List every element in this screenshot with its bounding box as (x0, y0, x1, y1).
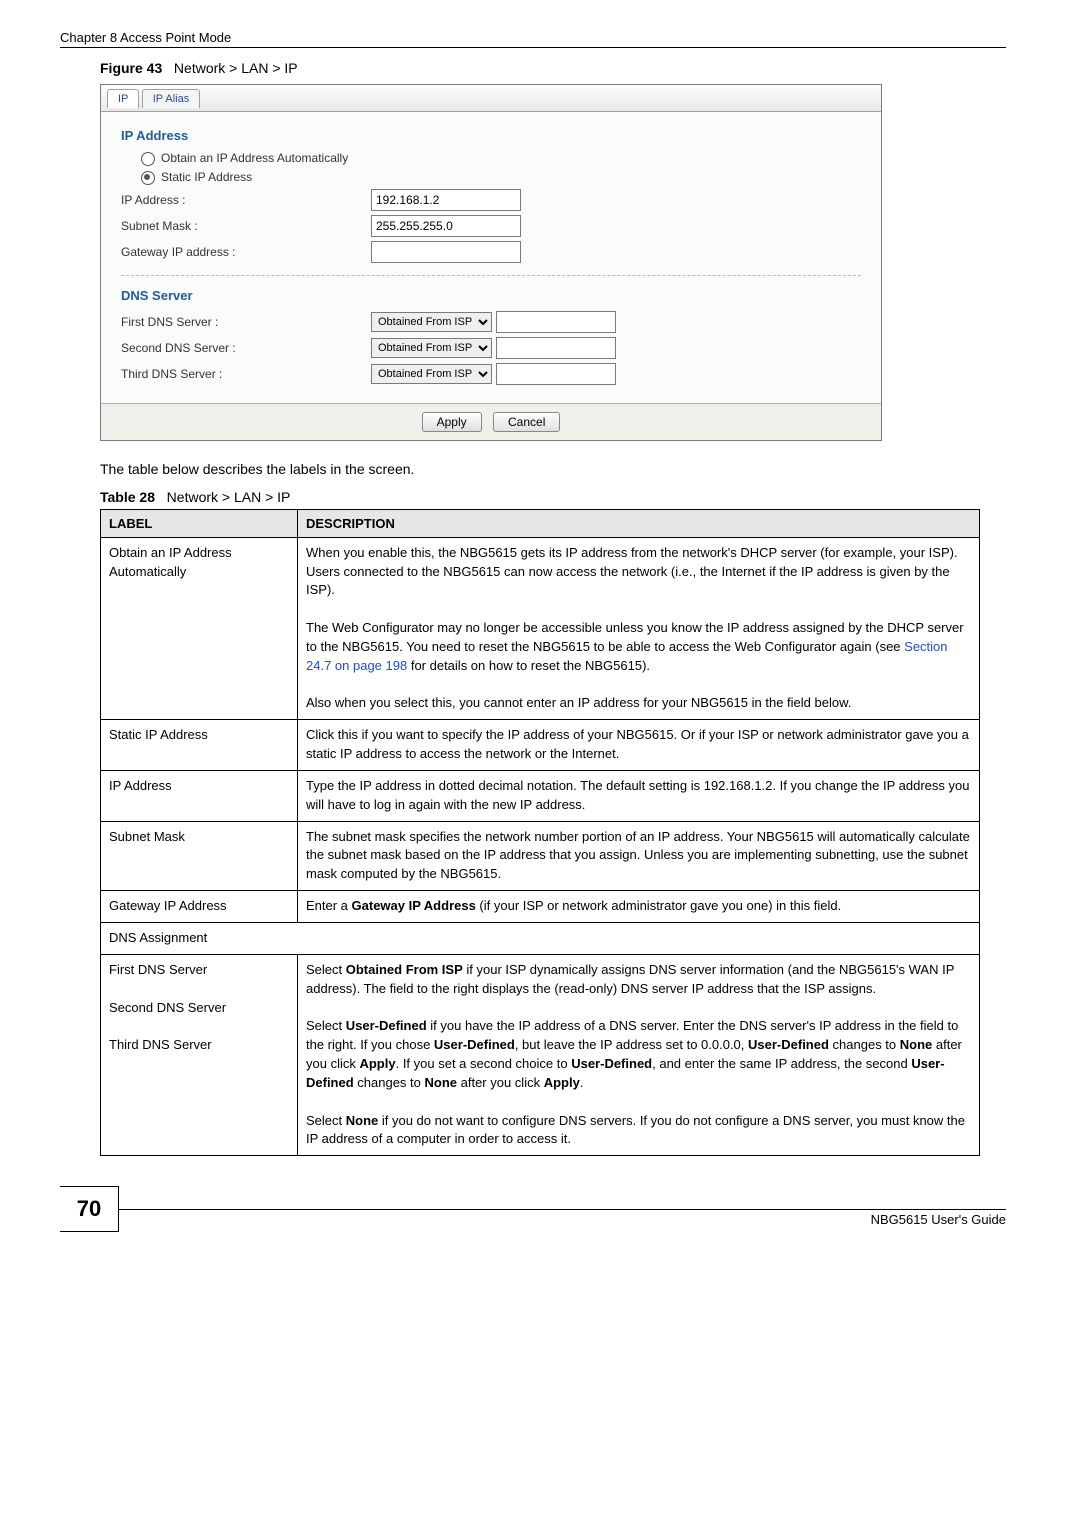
input-second-dns[interactable] (496, 337, 616, 359)
select-first-dns[interactable]: Obtained From ISP (371, 312, 492, 332)
chapter-header: Chapter 8 Access Point Mode (60, 30, 1006, 48)
screenshot-panel: IP IP Alias IP Address Obtain an IP Addr… (100, 84, 882, 441)
label-third-dns: Third DNS Server : (121, 367, 371, 381)
text: When you enable this, the NBG5615 gets i… (306, 545, 958, 598)
cancel-button[interactable]: Cancel (493, 412, 560, 432)
cell-desc: Click this if you want to specify the IP… (298, 720, 980, 771)
text-bold: User-Defined (434, 1037, 515, 1052)
figure-label: Figure 43 (100, 60, 162, 76)
text: . If you set a second choice to (396, 1056, 572, 1071)
cell-label: First DNS Server Second DNS Server Third… (101, 954, 298, 1155)
label-second-dns: Second DNS Server : (121, 341, 371, 355)
th-label: LABEL (101, 509, 298, 537)
table-row: Gateway IP Address Enter a Gateway IP Ad… (101, 891, 980, 923)
text: Third DNS Server (109, 1037, 212, 1052)
table-row: First DNS Server Second DNS Server Third… (101, 954, 980, 1155)
footer-line: NBG5615 User's Guide (119, 1209, 1006, 1210)
tab-bar: IP IP Alias (101, 85, 881, 112)
text: , and enter the same IP address, the sec… (652, 1056, 911, 1071)
input-third-dns[interactable] (496, 363, 616, 385)
text: Also when you select this, you cannot en… (306, 695, 851, 710)
input-first-dns[interactable] (496, 311, 616, 333)
text-bold: User-Defined (748, 1037, 829, 1052)
table-row: Obtain an IP Address Automatically When … (101, 537, 980, 720)
text: First DNS Server (109, 962, 207, 977)
text: , but leave the IP address set to 0.0.0.… (515, 1037, 748, 1052)
cell-label: Obtain an IP Address Automatically (101, 537, 298, 720)
section-dns-server: DNS Server (121, 288, 861, 303)
apply-button[interactable]: Apply (422, 412, 482, 432)
text-bold: Obtained From ISP (346, 962, 463, 977)
text: . (580, 1075, 584, 1090)
text: changes to (829, 1037, 900, 1052)
cell-label: Gateway IP Address (101, 891, 298, 923)
th-description: DESCRIPTION (298, 509, 980, 537)
label-subnet-mask: Subnet Mask : (121, 219, 371, 233)
text: Select (306, 1018, 346, 1033)
radio-static-ip[interactable]: Static IP Address (121, 170, 252, 185)
text: Enter a (306, 898, 352, 913)
text: after you click (457, 1075, 544, 1090)
input-gateway[interactable] (371, 241, 521, 263)
cell-desc: The subnet mask specifies the network nu… (298, 821, 980, 891)
radio-static-ip-label: Static IP Address (161, 170, 252, 184)
radio-obtain-auto-label: Obtain an IP Address Automatically (161, 151, 348, 165)
text-bold: None (425, 1075, 458, 1090)
text-bold: User-Defined (571, 1056, 652, 1071)
section-ip-address: IP Address (121, 128, 861, 143)
text: (if your ISP or network administrator ga… (476, 898, 841, 913)
input-ip-address[interactable] (371, 189, 521, 211)
tab-ip[interactable]: IP (107, 89, 139, 108)
cell-label: Static IP Address (101, 720, 298, 771)
cell-label: DNS Assignment (101, 923, 980, 955)
table-row: DNS Assignment (101, 923, 980, 955)
label-first-dns: First DNS Server : (121, 315, 371, 329)
cell-label: Subnet Mask (101, 821, 298, 891)
select-second-dns[interactable]: Obtained From ISP (371, 338, 492, 358)
text: Second DNS Server (109, 1000, 226, 1015)
table-row: Static IP Address Click this if you want… (101, 720, 980, 771)
text-bold: None (346, 1113, 379, 1128)
table-row: Subnet Mask The subnet mask specifies th… (101, 821, 980, 891)
text: if you do not want to configure DNS serv… (306, 1113, 965, 1147)
screenshot-footer: Apply Cancel (101, 403, 881, 440)
text-bold: None (900, 1037, 933, 1052)
text: changes to (354, 1075, 425, 1090)
table-row: IP Address Type the IP address in dotted… (101, 770, 980, 821)
figure-caption: Figure 43 Network > LAN > IP (100, 60, 1006, 76)
intro-text: The table below describes the labels in … (100, 461, 1006, 477)
description-table: LABEL DESCRIPTION Obtain an IP Address A… (100, 509, 980, 1157)
cell-desc: Enter a Gateway IP Address (if your ISP … (298, 891, 980, 923)
label-gateway: Gateway IP address : (121, 245, 371, 259)
text: Select (306, 1113, 346, 1128)
text-bold: Apply (544, 1075, 580, 1090)
page-number: 70 (60, 1186, 119, 1232)
table-title: Network > LAN > IP (167, 489, 291, 505)
input-subnet-mask[interactable] (371, 215, 521, 237)
select-third-dns[interactable]: Obtained From ISP (371, 364, 492, 384)
page-footer: 70 NBG5615 User's Guide (60, 1186, 1006, 1232)
text-bold: Apply (359, 1056, 395, 1071)
radio-obtain-auto[interactable]: Obtain an IP Address Automatically (121, 151, 348, 166)
text: Select (306, 962, 346, 977)
table-caption: Table 28 Network > LAN > IP (100, 489, 1006, 505)
cell-desc: When you enable this, the NBG5615 gets i… (298, 537, 980, 720)
figure-title: Network > LAN > IP (174, 60, 298, 76)
cell-label: IP Address (101, 770, 298, 821)
text: for details on how to reset the NBG5615)… (407, 658, 650, 673)
label-ip-address: IP Address : (121, 193, 371, 207)
text: The Web Configurator may no longer be ac… (306, 620, 964, 654)
table-header-row: LABEL DESCRIPTION (101, 509, 980, 537)
guide-title: NBG5615 User's Guide (871, 1212, 1006, 1227)
cell-desc: Select Obtained From ISP if your ISP dyn… (298, 954, 980, 1155)
text-bold: User-Defined (346, 1018, 427, 1033)
tab-ip-alias[interactable]: IP Alias (142, 89, 201, 108)
text-bold: Gateway IP Address (352, 898, 476, 913)
cell-desc: Type the IP address in dotted decimal no… (298, 770, 980, 821)
divider (121, 275, 861, 276)
table-label: Table 28 (100, 489, 155, 505)
